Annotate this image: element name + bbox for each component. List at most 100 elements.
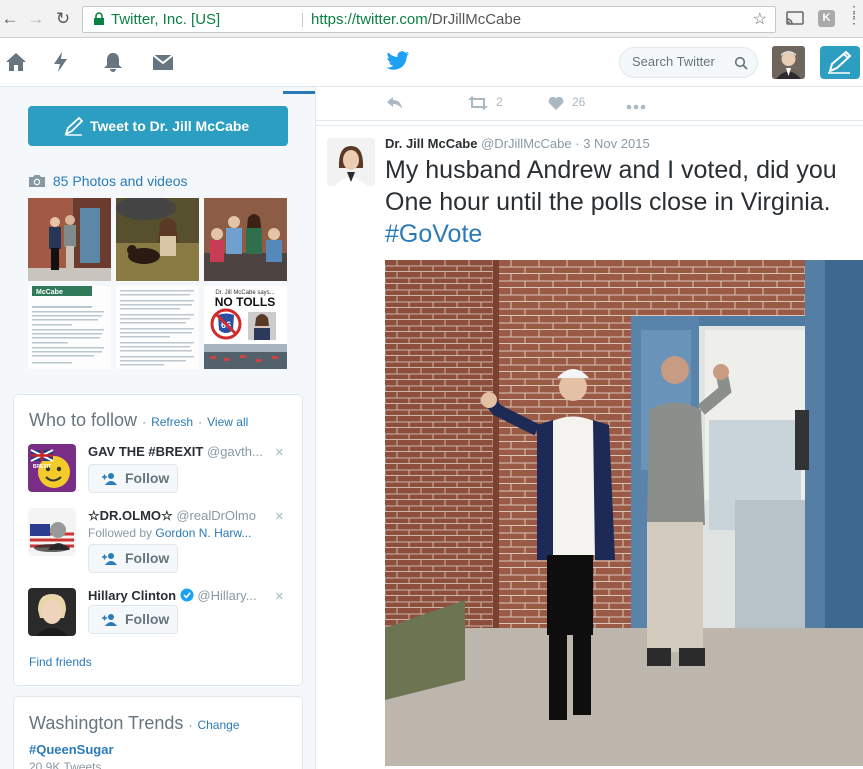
suggestion-display-name: Hillary Clinton <box>88 588 177 603</box>
no-tolls-thumbnail[interactable]: Dr. Jill McCabe says... NO TOLLS 66 <box>204 286 287 369</box>
moments-lightning-icon[interactable] <box>49 51 73 73</box>
notifications-bell-icon[interactable] <box>101 51 125 73</box>
more-options-button[interactable] <box>626 95 654 110</box>
lock-icon <box>94 12 104 25</box>
tweet-header: Dr. Jill McCabe @DrJillMcCabe · 3 Nov 20… <box>385 136 650 151</box>
suggestion-name[interactable]: GAV THE #BREXIT @gavth... <box>88 444 266 459</box>
heart-icon <box>548 96 564 110</box>
compose-tweet-button[interactable] <box>820 46 860 79</box>
dismiss-suggestion-icon[interactable]: × <box>275 588 284 605</box>
separator-dot: · <box>142 415 147 429</box>
forward-arrow-icon[interactable]: → <box>26 9 46 29</box>
photos-videos-link[interactable]: 85 Photos and videos <box>28 173 188 189</box>
browser-menu-icon[interactable]: ⋮ ⋮ <box>847 4 861 25</box>
dismiss-suggestion-icon[interactable]: × <box>275 444 284 461</box>
user-avatar[interactable] <box>772 46 805 79</box>
tweet-to-button[interactable]: Tweet to Dr. Jill McCabe <box>28 106 288 146</box>
hashtag-link[interactable]: #GoVote <box>385 218 863 250</box>
trends-title: Washington Trends <box>29 713 184 733</box>
tweet-photo[interactable] <box>385 260 863 766</box>
browser-toolbar: ← → ↻ Twitter, Inc. [US] https://twitter… <box>0 0 863 38</box>
url-host: https://twitter.com <box>311 11 428 28</box>
tweet-text: My husband Andrew and I voted, did you O… <box>385 154 863 250</box>
suggestion-name[interactable]: ☆DR.OLMO☆ @realDrOlmo <box>88 508 266 524</box>
cast-icon[interactable] <box>786 10 804 27</box>
url-path: /DrJillMcCabe <box>427 11 522 28</box>
trends-module: Washington Trends · Change #QueenSugar 2… <box>13 696 303 769</box>
photo-thumbnail[interactable] <box>28 198 111 281</box>
compose-quill-icon <box>828 50 852 74</box>
compose-quill-icon <box>64 116 84 136</box>
search-box[interactable] <box>619 47 758 78</box>
avatar[interactable] <box>327 138 375 186</box>
follow-button[interactable]: Follow <box>88 605 178 634</box>
who-to-follow-header: Who to follow · Refresh · View all <box>29 410 248 431</box>
document-thumbnail[interactable]: McCabe <box>28 286 111 369</box>
suggestion-handle: @gavth... <box>206 444 263 459</box>
camera-icon <box>29 175 45 187</box>
trend-item[interactable]: #QueenSugar <box>29 742 114 757</box>
dismiss-suggestion-icon[interactable]: × <box>275 508 284 525</box>
tweet-author-name[interactable]: Dr. Jill McCabe <box>385 136 477 151</box>
separator-dot: · <box>575 136 580 151</box>
add-user-icon <box>102 553 117 565</box>
twitter-bird-logo-icon[interactable] <box>386 50 410 72</box>
tweet-to-label: Tweet to Dr. Jill McCabe <box>90 118 250 134</box>
previous-tweet-actions: 2 26 <box>316 87 863 121</box>
find-friends-link[interactable]: Find friends <box>29 655 92 669</box>
home-icon[interactable] <box>4 51 28 73</box>
search-icon[interactable] <box>734 56 748 70</box>
messages-envelope-icon[interactable] <box>151 51 175 73</box>
more-dots-icon <box>626 104 646 110</box>
tweet-text-line: My husband Andrew and I voted, did you <box>385 156 837 184</box>
follow-label: Follow <box>125 550 170 566</box>
suggestion-handle: @Hillary... <box>197 588 257 603</box>
address-bar[interactable]: Twitter, Inc. [US] https://twitter.com/D… <box>82 6 776 33</box>
change-trends-link[interactable]: Change <box>197 718 239 732</box>
separator-dot: · <box>188 718 193 732</box>
suggestion-display-name: ☆DR.OLMO☆ <box>88 508 173 523</box>
tweet[interactable]: Dr. Jill McCabe @DrJillMcCabe · 3 Nov 20… <box>316 125 863 769</box>
verified-badge-icon <box>180 588 194 602</box>
url-text: https://twitter.com/DrJillMcCabe <box>311 7 521 32</box>
reply-icon <box>387 97 402 109</box>
who-to-follow-title: Who to follow <box>29 410 138 430</box>
reply-button[interactable] <box>386 95 412 110</box>
search-input[interactable] <box>632 54 732 69</box>
followed-by-name[interactable]: Gordon N. Harw... <box>155 526 251 540</box>
like-button[interactable]: 26 <box>548 95 585 110</box>
tweet-date[interactable]: 3 Nov 2015 <box>583 136 650 151</box>
no-tolls-heading: NO TOLLS <box>215 295 275 309</box>
add-user-icon <box>102 473 117 485</box>
avatar[interactable]: BREXIT <box>28 444 76 492</box>
refresh-link[interactable]: Refresh <box>151 415 193 429</box>
photo-thumbnail[interactable] <box>116 198 199 281</box>
retweet-button[interactable]: 2 <box>468 95 503 110</box>
photos-videos-label: 85 Photos and videos <box>52 173 188 189</box>
retweet-icon <box>468 96 488 110</box>
view-all-link[interactable]: View all <box>207 415 248 429</box>
tweet-text-line: One hour until the polls close in Virgin… <box>385 188 831 216</box>
doc-thumb-header: McCabe <box>36 289 63 296</box>
trends-header: Washington Trends · Change <box>29 713 240 734</box>
photo-thumbnail[interactable] <box>204 198 287 281</box>
avatar[interactable] <box>28 588 76 636</box>
suggestion-name[interactable]: Hillary Clinton @Hillary... <box>88 588 266 603</box>
add-user-icon <box>102 614 117 626</box>
timeline: 2 26 Dr. Jill McCabe @DrJillMcCabe · 3 N… <box>315 87 863 769</box>
document-thumbnail[interactable] <box>116 286 199 369</box>
follow-button[interactable]: Follow <box>88 544 178 573</box>
like-count: 26 <box>572 95 586 109</box>
extension-icon[interactable]: K <box>818 10 835 27</box>
follow-button[interactable]: Follow <box>88 464 178 493</box>
follow-label: Follow <box>125 611 170 627</box>
separator-dot: · <box>198 415 203 429</box>
tweet-author-handle[interactable]: @DrJillMcCabe <box>481 136 572 151</box>
brexit-badge-text: BREXIT <box>33 464 51 470</box>
avatar[interactable] <box>28 508 76 556</box>
bookmark-star-icon[interactable]: ☆ <box>753 7 767 32</box>
reload-icon[interactable]: ↻ <box>53 9 73 29</box>
back-arrow-icon[interactable]: ← <box>0 9 20 29</box>
twitter-nav-bar <box>0 38 863 87</box>
retweet-count: 2 <box>496 95 503 109</box>
